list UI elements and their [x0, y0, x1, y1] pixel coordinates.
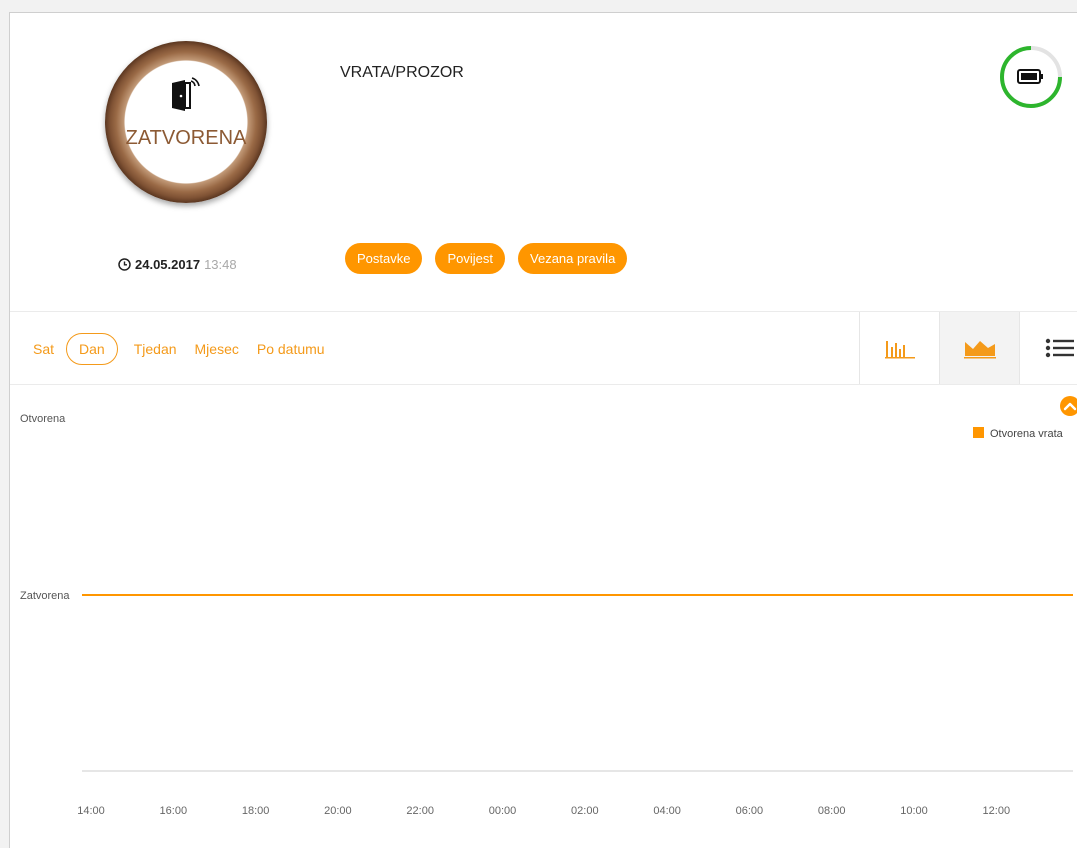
x-tick-label: 04:00: [653, 805, 681, 817]
list-view-button[interactable]: [1019, 312, 1077, 384]
x-tick-label: 16:00: [160, 805, 188, 817]
state-chart: Otvorena vrata Zatvorena Otvorena 14:00 16…: [20, 396, 1077, 817]
last-update-time: 13:48: [204, 257, 237, 272]
y-tick-label: Otvorena: [20, 413, 66, 425]
bar-chart-icon: [884, 341, 915, 359]
legend-label: Otvorena vrata: [990, 428, 1064, 440]
x-tick-label: 22:00: [406, 805, 434, 817]
y-tick-label: Zatvorena: [20, 590, 70, 602]
last-update-date: 24.05.2017: [135, 257, 201, 272]
list-icon: [1045, 338, 1074, 358]
area-chart-icon: [963, 341, 996, 359]
tab-dan[interactable]: Dan: [66, 332, 118, 365]
x-tick-label: 06:00: [736, 805, 764, 817]
tab-sat[interactable]: Sat: [33, 341, 54, 357]
battery-icon: [1017, 69, 1043, 84]
battery-indicator: [1000, 46, 1062, 108]
device-panel: ZATVORENA VRATA/PROZOR 24.05.2017 13:48 …: [9, 12, 1077, 848]
clock-icon: [118, 258, 131, 271]
collapse-chart-button[interactable]: [1060, 396, 1077, 416]
x-tick-label: 10:00: [900, 805, 928, 817]
x-tick-label: 14:00: [77, 805, 105, 817]
range-tabs: Sat Dan Tjedan Mjesec Po datumu: [10, 313, 343, 384]
x-tick-label: 08:00: [818, 805, 846, 817]
tab-tjedan[interactable]: Tjedan: [134, 341, 177, 357]
status-indicator: ZATVORENA: [105, 41, 267, 203]
x-tick-label: 18:00: [242, 805, 270, 817]
tab-po-datumu[interactable]: Po datumu: [257, 341, 325, 357]
chart-legend[interactable]: Otvorena vrata: [973, 427, 1064, 440]
area-view-button[interactable]: [939, 312, 1019, 384]
x-tick-label: 00:00: [489, 805, 517, 817]
rules-button[interactable]: Vezana pravila: [518, 243, 628, 274]
status-text: ZATVORENA: [125, 127, 247, 149]
tab-mjesec[interactable]: Mjesec: [195, 341, 239, 357]
door-sensor-icon: [172, 77, 200, 111]
chart-view-switcher: [859, 312, 1077, 384]
last-update: 24.05.2017 13:48: [118, 257, 237, 272]
x-tick-label: 12:00: [983, 805, 1011, 817]
x-tick-label: 02:00: [571, 805, 599, 817]
bar-view-button[interactable]: [859, 312, 939, 384]
device-title: VRATA/PROZOR: [340, 64, 464, 81]
settings-button[interactable]: Postavke: [345, 243, 423, 274]
legend-swatch: [973, 427, 984, 438]
history-button[interactable]: Povijest: [435, 243, 506, 274]
action-buttons: Postavke Povijest Vezana pravila: [345, 243, 628, 274]
x-tick-label: 20:00: [324, 805, 352, 817]
